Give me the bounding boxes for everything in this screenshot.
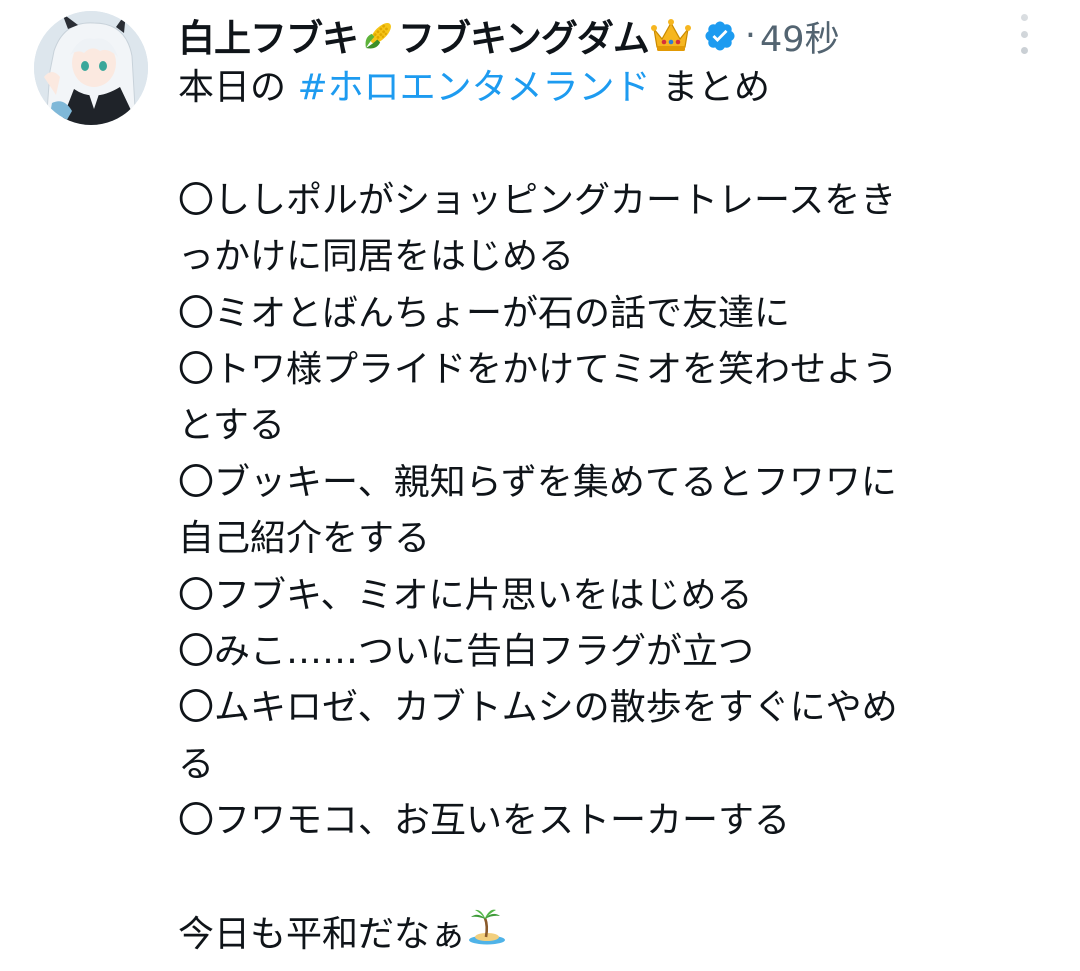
desert-island-icon <box>467 906 507 963</box>
tweet-text: 本日の #ホロエンタメランド まとめ 〇ししポルがショッピングカートレースをき … <box>178 60 1028 963</box>
more-dot <box>1020 14 1028 21</box>
verified-badge-icon[interactable] <box>703 19 737 53</box>
closing-text: 今日も平和だなぁ <box>178 913 467 955</box>
display-name-part1: 白上フブキ <box>178 17 359 60</box>
display-name-part2: フブキングダム <box>398 17 650 60</box>
list-item-line: 〇ししポルがショッピングカートレースをき <box>178 179 897 221</box>
tweet-meta: · 49秒 <box>745 11 840 62</box>
closing-line: 今日も平和だなぁ <box>178 906 508 963</box>
display-name[interactable]: 白上フブキ フブキングダム <box>178 8 693 64</box>
tweet-header: 白上フブキ フブキングダム · 49秒 <box>178 6 840 66</box>
more-options-icon[interactable] <box>1008 14 1040 54</box>
avatar-illustration <box>34 11 148 125</box>
list-item-line: 〇フブキ、ミオに片思いをはじめる <box>178 574 753 616</box>
meta-separator: · <box>744 16 757 56</box>
more-dot <box>1020 30 1028 38</box>
list-item-line: る <box>178 743 215 785</box>
crown-icon <box>650 17 692 64</box>
list-item-line: 〇ムキロゼ、カブトムシの散歩をすぐにやめ <box>178 687 898 729</box>
list-item-line: 〇みこ……ついに告白フラグが立つ <box>178 631 755 673</box>
corn-icon <box>359 17 397 64</box>
timestamp[interactable]: 49秒 <box>760 11 840 62</box>
list-item-line: 自己紹介をする <box>178 518 431 560</box>
tweet-intro-line: 本日の #ホロエンタメランド まとめ <box>178 60 1028 116</box>
more-dot <box>1020 47 1028 54</box>
list-item-line: 〇フワモコ、お互いをストーカーする <box>178 800 791 842</box>
intro-prefix: 本日の <box>178 67 298 108</box>
hashtag-link[interactable]: #ホロエンタメランド <box>297 67 650 108</box>
list-item-line: っかけに同居をはじめる <box>178 236 575 278</box>
intro-suffix: まとめ <box>650 67 770 108</box>
list-item-line: 〇ブッキー、親知らずを集めてるとフワワに <box>178 461 897 503</box>
avatar[interactable] <box>34 11 148 125</box>
list-item-line: 〇トワ様プライドをかけてミオを笑わせよう <box>178 349 899 391</box>
tweet: 白上フブキ フブキングダム · 49秒 本日の #ホロエンタメランド まとめ 〇… <box>0 0 1080 971</box>
list-item-line: とする <box>178 405 285 447</box>
list-item-line: 〇ミオとばんちょーが石の話で友達に <box>178 292 791 334</box>
